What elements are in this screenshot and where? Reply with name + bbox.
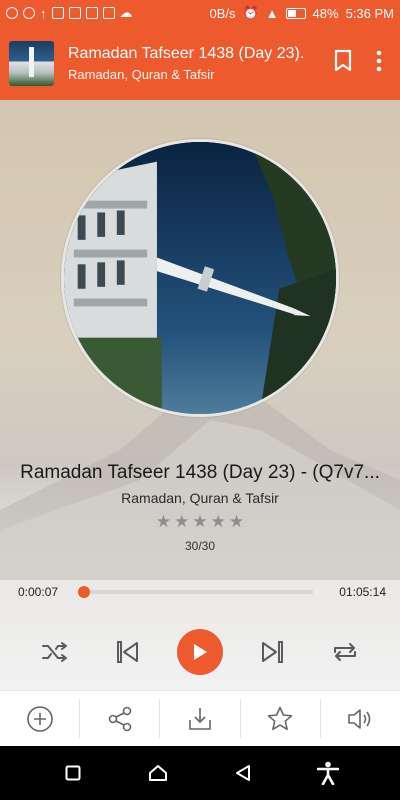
- favorite-button[interactable]: [241, 699, 321, 738]
- seek-thumb[interactable]: [78, 586, 91, 598]
- shuffle-button[interactable]: [31, 628, 79, 676]
- add-icon: [26, 705, 53, 732]
- recents-icon: [65, 765, 80, 781]
- track-artist: Ramadan, Quran & Tafsir: [121, 490, 279, 506]
- star-icon[interactable]: ★: [156, 512, 171, 532]
- previous-button[interactable]: [104, 628, 152, 676]
- repeat-button[interactable]: [321, 628, 369, 676]
- track-position: 30/30: [184, 539, 216, 553]
- star-icon[interactable]: ★: [174, 512, 189, 532]
- playback-controls: [0, 624, 400, 680]
- more-vert-icon[interactable]: [376, 50, 382, 77]
- previous-icon: [116, 641, 138, 663]
- rating-stars[interactable]: ★ ★ ★ ★ ★: [0, 512, 400, 532]
- home-button[interactable]: [138, 753, 178, 793]
- notification-icons: ↑ ☁: [6, 5, 133, 21]
- bookmark-icon[interactable]: [334, 49, 352, 78]
- sim-icon: [85, 7, 98, 19]
- download-icon: [189, 707, 211, 730]
- play-button[interactable]: [176, 629, 223, 675]
- volume-icon: [348, 708, 371, 729]
- time-elapsed: 0:00:07: [18, 585, 59, 599]
- whatsapp-icon: [23, 7, 35, 19]
- accessibility-button[interactable]: [308, 753, 348, 793]
- mosque-notification-icon: [6, 7, 18, 19]
- album-art: [61, 139, 339, 417]
- alarm-icon: ⏰: [242, 5, 259, 20]
- signal-icon: ▲: [265, 5, 279, 21]
- recents-button[interactable]: [53, 753, 93, 793]
- shuffle-icon: [41, 642, 67, 662]
- star-icon[interactable]: ★: [229, 512, 244, 532]
- image-icon: [102, 7, 115, 19]
- gmail-icon: [51, 7, 64, 19]
- status-bar: ↑ ☁ 0B/s ⏰ ▲ 48% 5:36 PM: [0, 0, 400, 26]
- play-icon: [193, 644, 207, 660]
- next-icon: [262, 641, 284, 663]
- next-button[interactable]: [248, 628, 296, 676]
- album-thumbnail[interactable]: [9, 40, 54, 86]
- clock: 5:36 PM: [345, 5, 394, 21]
- repeat-icon: [334, 643, 357, 661]
- app-bar: Ramadan Tafseer 1438 (Day 23).. Ramadan,…: [0, 26, 400, 100]
- star-icon[interactable]: ★: [192, 512, 207, 532]
- seek-bar[interactable]: [78, 586, 313, 598]
- network-speed: 0B/s: [209, 5, 236, 21]
- volume-button[interactable]: [321, 699, 400, 738]
- shirt-icon: [68, 7, 81, 19]
- navigation-bar: [0, 746, 400, 800]
- upload-icon: ↑: [40, 5, 47, 21]
- time-total: 01:05:14: [339, 585, 386, 599]
- back-button[interactable]: [223, 753, 263, 793]
- share-button[interactable]: [80, 699, 161, 738]
- share-icon: [108, 706, 132, 731]
- app-bar-subtitle: Ramadan, Quran & Tafsir: [68, 66, 215, 82]
- track-title: Ramadan Tafseer 1438 (Day 23) - (Q7v7...: [20, 462, 380, 483]
- star-icon[interactable]: ★: [211, 512, 226, 532]
- battery-level: 48%: [312, 5, 339, 21]
- back-icon: [235, 765, 250, 781]
- app-bar-title: Ramadan Tafseer 1438 (Day 23)..: [68, 44, 303, 62]
- home-icon: [148, 765, 167, 781]
- favorite-star-icon: [267, 706, 293, 730]
- accessibility-icon: [316, 761, 339, 785]
- cloud-icon: ☁: [119, 5, 133, 20]
- player-area: Ramadan Tafseer 1438 (Day 23) - (Q7v7...…: [0, 100, 400, 690]
- download-button[interactable]: [160, 699, 241, 738]
- add-to-playlist-button[interactable]: [0, 699, 81, 738]
- action-bar: [0, 690, 400, 746]
- battery-icon: [285, 7, 306, 19]
